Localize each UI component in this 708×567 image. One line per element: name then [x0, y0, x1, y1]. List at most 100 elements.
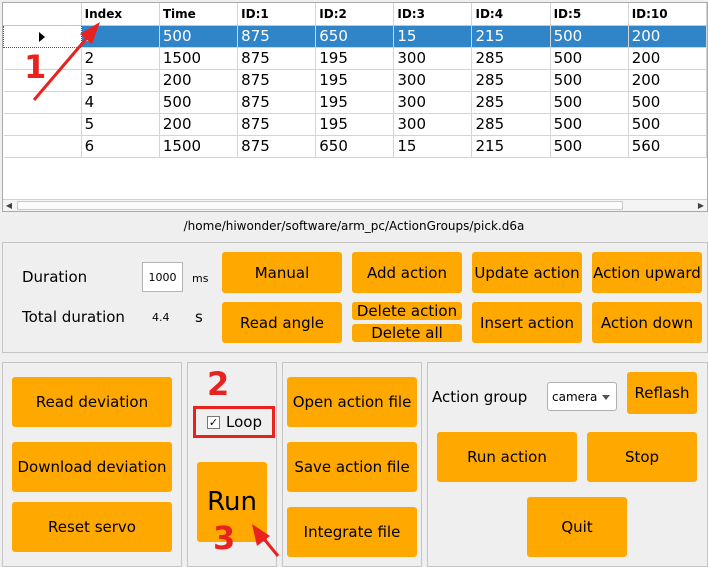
download-deviation-button[interactable]: Download deviation — [12, 442, 172, 492]
triangle-right-icon — [39, 31, 46, 42]
table-cell[interactable]: 560 — [628, 135, 707, 158]
table-cell[interactable]: 3 — [81, 69, 160, 92]
table-cell[interactable]: 300 — [393, 69, 473, 92]
table-cell[interactable]: 1 — [81, 25, 160, 48]
table-cell[interactable]: 875 — [237, 91, 317, 114]
table-cell[interactable]: 195 — [315, 47, 395, 70]
run-action-button[interactable]: Run action — [437, 432, 577, 482]
table-cell[interactable]: 4 — [81, 91, 160, 114]
action-grid[interactable]: Index Time ID:1 ID:2 ID:3 ID:4 ID:5 ID:1… — [3, 3, 707, 158]
delete-all-button[interactable]: Delete all — [352, 324, 462, 342]
add-action-button[interactable]: Add action — [352, 252, 462, 293]
table-cell[interactable]: 500 — [628, 91, 707, 114]
column-header[interactable]: ID:4 — [471, 3, 551, 26]
table-cell[interactable]: 285 — [471, 69, 551, 92]
table-row[interactable]: 5 200 875 195 300 285 500 500 — [3, 113, 707, 136]
read-deviation-button[interactable]: Read deviation — [12, 377, 172, 427]
table-row[interactable]: 1 500 875 650 15 215 500 200 — [3, 24, 707, 48]
stop-button[interactable]: Stop — [587, 432, 697, 482]
column-header[interactable]: ID:1 — [237, 3, 317, 26]
row-header[interactable] — [3, 113, 82, 136]
table-cell[interactable]: 200 — [628, 47, 707, 70]
table-cell[interactable]: 6 — [81, 135, 160, 158]
table-cell[interactable]: 500 — [550, 113, 629, 136]
column-header[interactable]: ID:3 — [393, 3, 473, 26]
loop-label[interactable]: Loop — [226, 413, 262, 431]
table-cell[interactable]: 1500 — [159, 47, 239, 70]
table-cell[interactable]: 195 — [315, 69, 395, 92]
table-cell[interactable]: 300 — [393, 47, 473, 70]
checkmark-icon[interactable]: ✓ — [207, 416, 220, 429]
row-header[interactable] — [3, 135, 82, 158]
manual-button[interactable]: Manual — [222, 252, 342, 293]
table-cell[interactable]: 500 — [550, 47, 629, 70]
table-cell[interactable]: 215 — [471, 25, 551, 48]
table-cell[interactable]: 300 — [393, 113, 473, 136]
action-upward-button[interactable]: Action upward — [592, 252, 702, 293]
read-angle-button[interactable]: Read angle — [222, 302, 342, 343]
table-cell[interactable]: 195 — [315, 113, 395, 136]
total-duration-label: Total duration — [22, 308, 125, 326]
table-cell[interactable]: 15 — [393, 135, 473, 158]
table-cell[interactable]: 500 — [159, 91, 239, 114]
column-header[interactable]: ID:5 — [550, 3, 629, 26]
table-cell[interactable]: 875 — [237, 135, 317, 158]
table-cell[interactable]: 195 — [315, 91, 395, 114]
arrow-right-icon[interactable]: ▶ — [695, 200, 707, 211]
table-cell[interactable]: 500 — [550, 135, 629, 158]
table-cell[interactable]: 500 — [628, 113, 707, 136]
table-cell[interactable]: 500 — [550, 69, 629, 92]
insert-action-button[interactable]: Insert action — [472, 302, 582, 343]
table-cell[interactable]: 500 — [550, 25, 629, 48]
arrow-left-icon[interactable]: ◀ — [3, 200, 15, 211]
table-cell[interactable]: 875 — [237, 47, 317, 70]
reflash-button[interactable]: Reflash — [627, 372, 697, 414]
delete-action-button[interactable]: Delete action — [352, 302, 462, 320]
action-down-button[interactable]: Action down — [592, 302, 702, 343]
save-action-file-button[interactable]: Save action file — [287, 442, 417, 492]
row-header[interactable] — [3, 24, 82, 48]
reset-servo-button[interactable]: Reset servo — [12, 502, 172, 552]
table-cell[interactable]: 200 — [159, 113, 239, 136]
table-cell[interactable]: 200 — [159, 69, 239, 92]
table-cell[interactable]: 15 — [393, 25, 473, 48]
table-cell[interactable]: 300 — [393, 91, 473, 114]
table-cell[interactable]: 285 — [471, 91, 551, 114]
table-cell[interactable]: 285 — [471, 47, 551, 70]
table-cell[interactable]: 1500 — [159, 135, 239, 158]
table-cell[interactable]: 5 — [81, 113, 160, 136]
table-cell[interactable]: 875 — [237, 25, 317, 48]
annotation-number: 1 — [24, 48, 47, 86]
column-header[interactable]: ID:10 — [628, 3, 707, 26]
table-cell[interactable]: 285 — [471, 113, 551, 136]
horizontal-scrollbar[interactable]: ◀ ▶ — [3, 199, 707, 211]
action-table[interactable]: Index Time ID:1 ID:2 ID:3 ID:4 ID:5 ID:1… — [2, 2, 708, 212]
annotation-number: 2 — [207, 365, 230, 403]
integrate-file-button[interactable]: Integrate file — [287, 507, 417, 557]
table-cell[interactable]: 215 — [471, 135, 551, 158]
open-action-file-button[interactable]: Open action file — [287, 377, 417, 427]
table-cell[interactable]: 200 — [628, 25, 707, 48]
table-row[interactable]: 4 500 875 195 300 285 500 500 — [3, 91, 707, 114]
quit-button[interactable]: Quit — [527, 497, 627, 557]
table-row[interactable]: 6 1500 875 650 15 215 500 560 — [3, 135, 707, 158]
table-cell[interactable]: 875 — [237, 113, 317, 136]
table-row[interactable]: 2 1500 875 195 300 285 500 200 — [3, 47, 707, 70]
scrollbar-thumb[interactable] — [17, 201, 623, 210]
column-header[interactable]: Index — [81, 3, 160, 26]
update-action-button[interactable]: Update action — [472, 252, 582, 293]
table-cell[interactable]: 500 — [159, 25, 239, 48]
row-header[interactable] — [3, 91, 82, 114]
table-cell[interactable]: 650 — [315, 135, 395, 158]
table-cell[interactable]: 500 — [550, 91, 629, 114]
column-header[interactable]: ID:2 — [315, 3, 395, 26]
table-cell[interactable]: 875 — [237, 69, 317, 92]
table-row[interactable]: 3 200 875 195 300 285 500 200 — [3, 69, 707, 92]
column-header[interactable]: Time — [159, 3, 239, 26]
duration-input[interactable]: 1000 — [142, 262, 183, 292]
action-group-label: Action group — [432, 388, 528, 406]
table-cell[interactable]: 200 — [628, 69, 707, 92]
table-cell[interactable]: 650 — [315, 25, 395, 48]
action-group-select[interactable]: camera — [547, 382, 617, 411]
table-cell[interactable]: 2 — [81, 47, 160, 70]
